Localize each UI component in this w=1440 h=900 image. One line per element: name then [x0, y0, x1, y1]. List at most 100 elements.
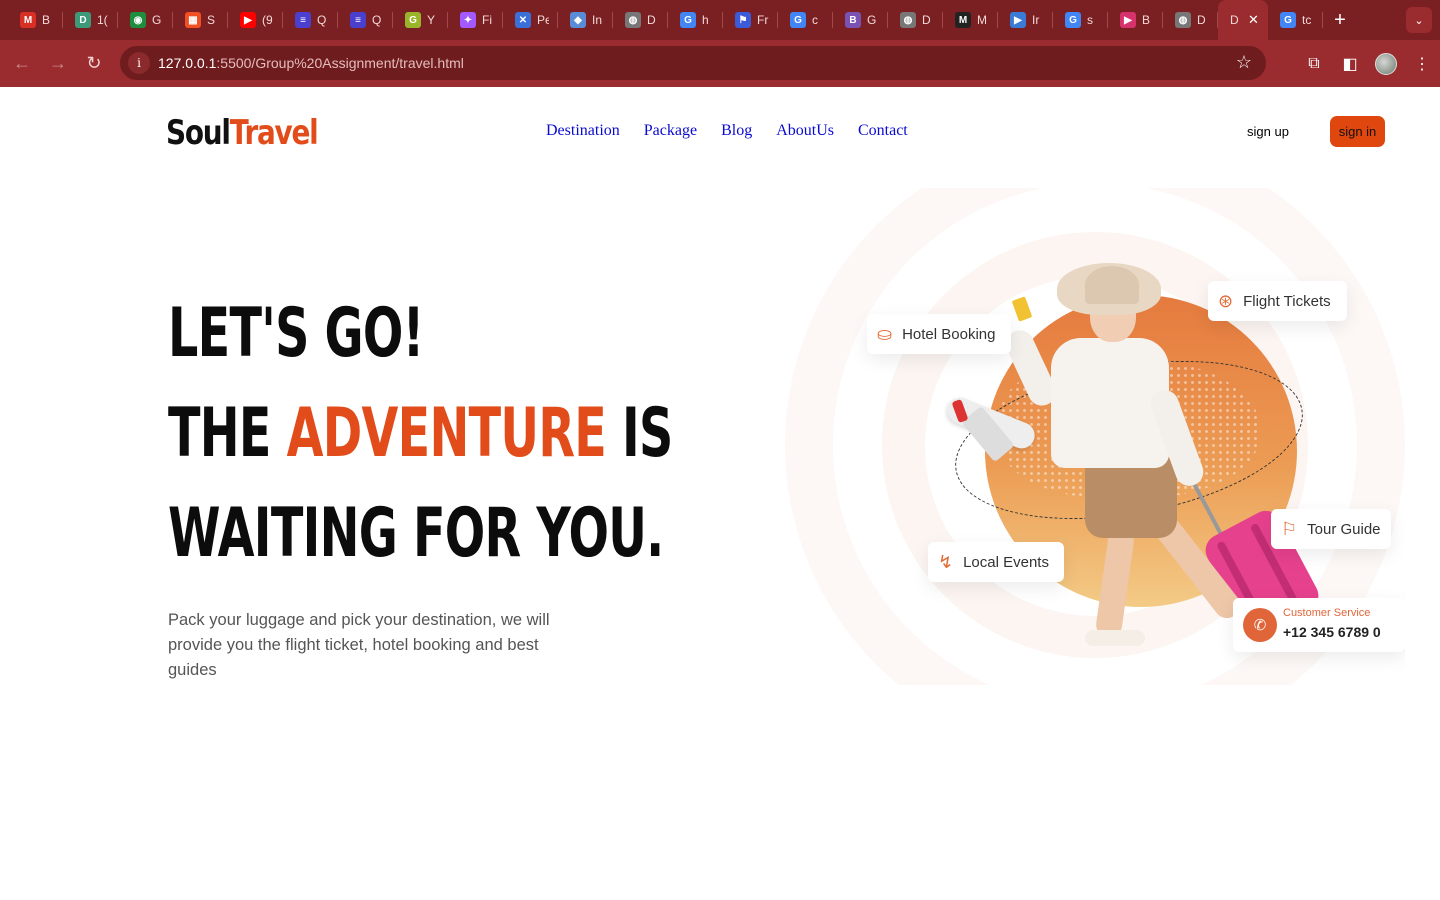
headline-line-2: THE ADVENTURE IS [168, 400, 673, 468]
site-logo[interactable]: SoulTravel [166, 113, 319, 153]
woman-shoe [1085, 630, 1145, 646]
browser-tab[interactable]: ▶ B [1108, 0, 1163, 40]
headline-line-1: LET'S GO! [168, 294, 424, 373]
tab-search-icon[interactable]: ⌄ [1406, 7, 1432, 33]
browser-tab[interactable]: ◍ D [1163, 0, 1218, 40]
tab-title: c [812, 13, 818, 27]
browser-tab[interactable]: ✕ Pe [503, 0, 558, 40]
extensions-icon[interactable]: ⧉ [1296, 46, 1332, 82]
customer-service-label: Customer Service [1283, 607, 1371, 619]
sign-up-button[interactable]: sign up [1247, 124, 1289, 139]
forward-icon[interactable]: → [40, 46, 76, 82]
phone-icon: ✆ [1243, 608, 1277, 642]
browser-tab[interactable]: ◍ D [613, 0, 668, 40]
browser-tab[interactable]: ◍ D [888, 0, 943, 40]
list-icon: ≡ [350, 12, 366, 28]
profile-avatar[interactable] [1368, 46, 1404, 82]
tab-title: G [867, 13, 877, 27]
browser-tab[interactable]: Gh [668, 0, 723, 40]
play-icon: ▶ [1120, 12, 1136, 28]
nav-destination[interactable]: Destination [546, 122, 620, 140]
browser-tab[interactable]: Gtc [1268, 0, 1323, 40]
flight-tickets-label: Flight Tickets [1243, 292, 1331, 310]
hero-illustration: ⛀ Hotel Booking ⊛ Flight Tickets ⚐ Tour … [785, 188, 1405, 685]
tab-title: Pe [537, 13, 549, 27]
g-icon: G [405, 12, 421, 28]
logo-soul: Soul [166, 113, 231, 153]
tab-title: s [1087, 13, 1093, 27]
url-text[interactable]: 127.0.0.1:5500/Group%20Assignment/travel… [158, 55, 464, 71]
browser-tab[interactable]: ◆ In [558, 0, 613, 40]
tab-title: In [592, 13, 603, 27]
tab-title: G [152, 13, 162, 27]
tab-title: Ir [1032, 13, 1040, 27]
nav-blog[interactable]: Blog [721, 122, 752, 140]
close-tab-icon[interactable]: ✕ [1248, 12, 1259, 28]
tab-title: 1( [97, 13, 108, 27]
tab-title: B [42, 13, 51, 27]
tour-guide-badge: ⚐ Tour Guide [1271, 509, 1391, 549]
nav-aboutus[interactable]: AboutUs [776, 122, 834, 140]
browser-tab[interactable]: MM [943, 0, 998, 40]
google-icon: G [680, 12, 696, 28]
google-icon: G [1065, 12, 1081, 28]
browser-tab[interactable]: MB [8, 0, 63, 40]
browser-tab[interactable]: ▶ Ir [998, 0, 1053, 40]
nav-contact[interactable]: Contact [858, 122, 908, 140]
bookmark-star-icon[interactable]: ☆ [1236, 52, 1252, 73]
back-icon[interactable]: ← [4, 46, 40, 82]
tab-title: D [647, 13, 656, 27]
page: SoulTravel Destination Package Blog Abou… [0, 87, 1440, 900]
address-bar[interactable]: i 127.0.0.1:5500/Group%20Assignment/trav… [120, 46, 1266, 80]
browser-tab[interactable]: ⚑ Fr [723, 0, 778, 40]
headline-is: IS [606, 394, 673, 473]
browser-tab[interactable]: GY [393, 0, 448, 40]
youtube-icon: ▶ [240, 12, 256, 28]
hero-subtitle: Pack your luggage and pick your destinat… [168, 611, 550, 679]
hotel-booking-label: Hotel Booking [902, 325, 996, 343]
sign-in-button[interactable]: sign in [1330, 116, 1385, 147]
headline-the: THE [168, 394, 287, 473]
sun-hat-crown [1085, 266, 1139, 304]
browser-tab[interactable]: BG [833, 0, 888, 40]
site-info-icon[interactable]: i [128, 52, 150, 74]
microsoft-icon: ▦ [185, 12, 201, 28]
browser-tab[interactable]: ▦ S [173, 0, 228, 40]
d-icon: D [75, 12, 91, 28]
url-path: :5500/Group%20Assignment/travel.html [216, 55, 464, 71]
headline-accent: ADVENTURE [286, 394, 607, 473]
avatar [1375, 52, 1397, 75]
meet-icon: ◉ [130, 12, 146, 28]
browser-tab[interactable]: ≡ Q [338, 0, 393, 40]
gmail-icon: M [20, 12, 36, 28]
toolbar-actions: ⧉ ◧ ⋮ [1296, 40, 1440, 87]
bootstrap-icon: B [845, 12, 861, 28]
browser-tab-active[interactable]: D ✕ [1218, 0, 1268, 40]
tab-title: tc [1302, 13, 1312, 27]
tab-title: Q [317, 13, 327, 27]
nav-package[interactable]: Package [644, 122, 697, 140]
tab-title: B [1142, 13, 1151, 27]
browser-tab[interactable]: ◉ G [118, 0, 173, 40]
side-panel-icon[interactable]: ◧ [1332, 46, 1368, 82]
browser-tab[interactable]: ✦ Fi [448, 0, 503, 40]
woman-shorts [1085, 458, 1177, 538]
list-icon: ≡ [295, 12, 311, 28]
logo-travel: Travel [229, 113, 319, 153]
browser-tab[interactable]: Gc [778, 0, 833, 40]
reload-icon[interactable]: ↻ [76, 46, 112, 82]
tab-title: D [1197, 13, 1206, 27]
flight-tickets-badge: ⊛ Flight Tickets [1208, 281, 1347, 321]
browser-tab[interactable]: Gs [1053, 0, 1108, 40]
local-events-label: Local Events [963, 553, 1049, 571]
hotel-icon: ⛀ [877, 323, 893, 344]
new-tab-button[interactable]: + [1323, 0, 1357, 40]
browser-tab[interactable]: D 1( [63, 0, 118, 40]
browser-tab[interactable]: ▶ (9 [228, 0, 283, 40]
figma-icon: ✦ [460, 12, 476, 28]
browser-tab[interactable]: ≡ Q [283, 0, 338, 40]
hotel-booking-badge: ⛀ Hotel Booking [867, 314, 1011, 354]
passport-icon: ⊛ [1218, 290, 1234, 311]
menu-kebab-icon[interactable]: ⋮ [1404, 46, 1440, 82]
signpost-icon: ⚐ [1281, 518, 1298, 539]
